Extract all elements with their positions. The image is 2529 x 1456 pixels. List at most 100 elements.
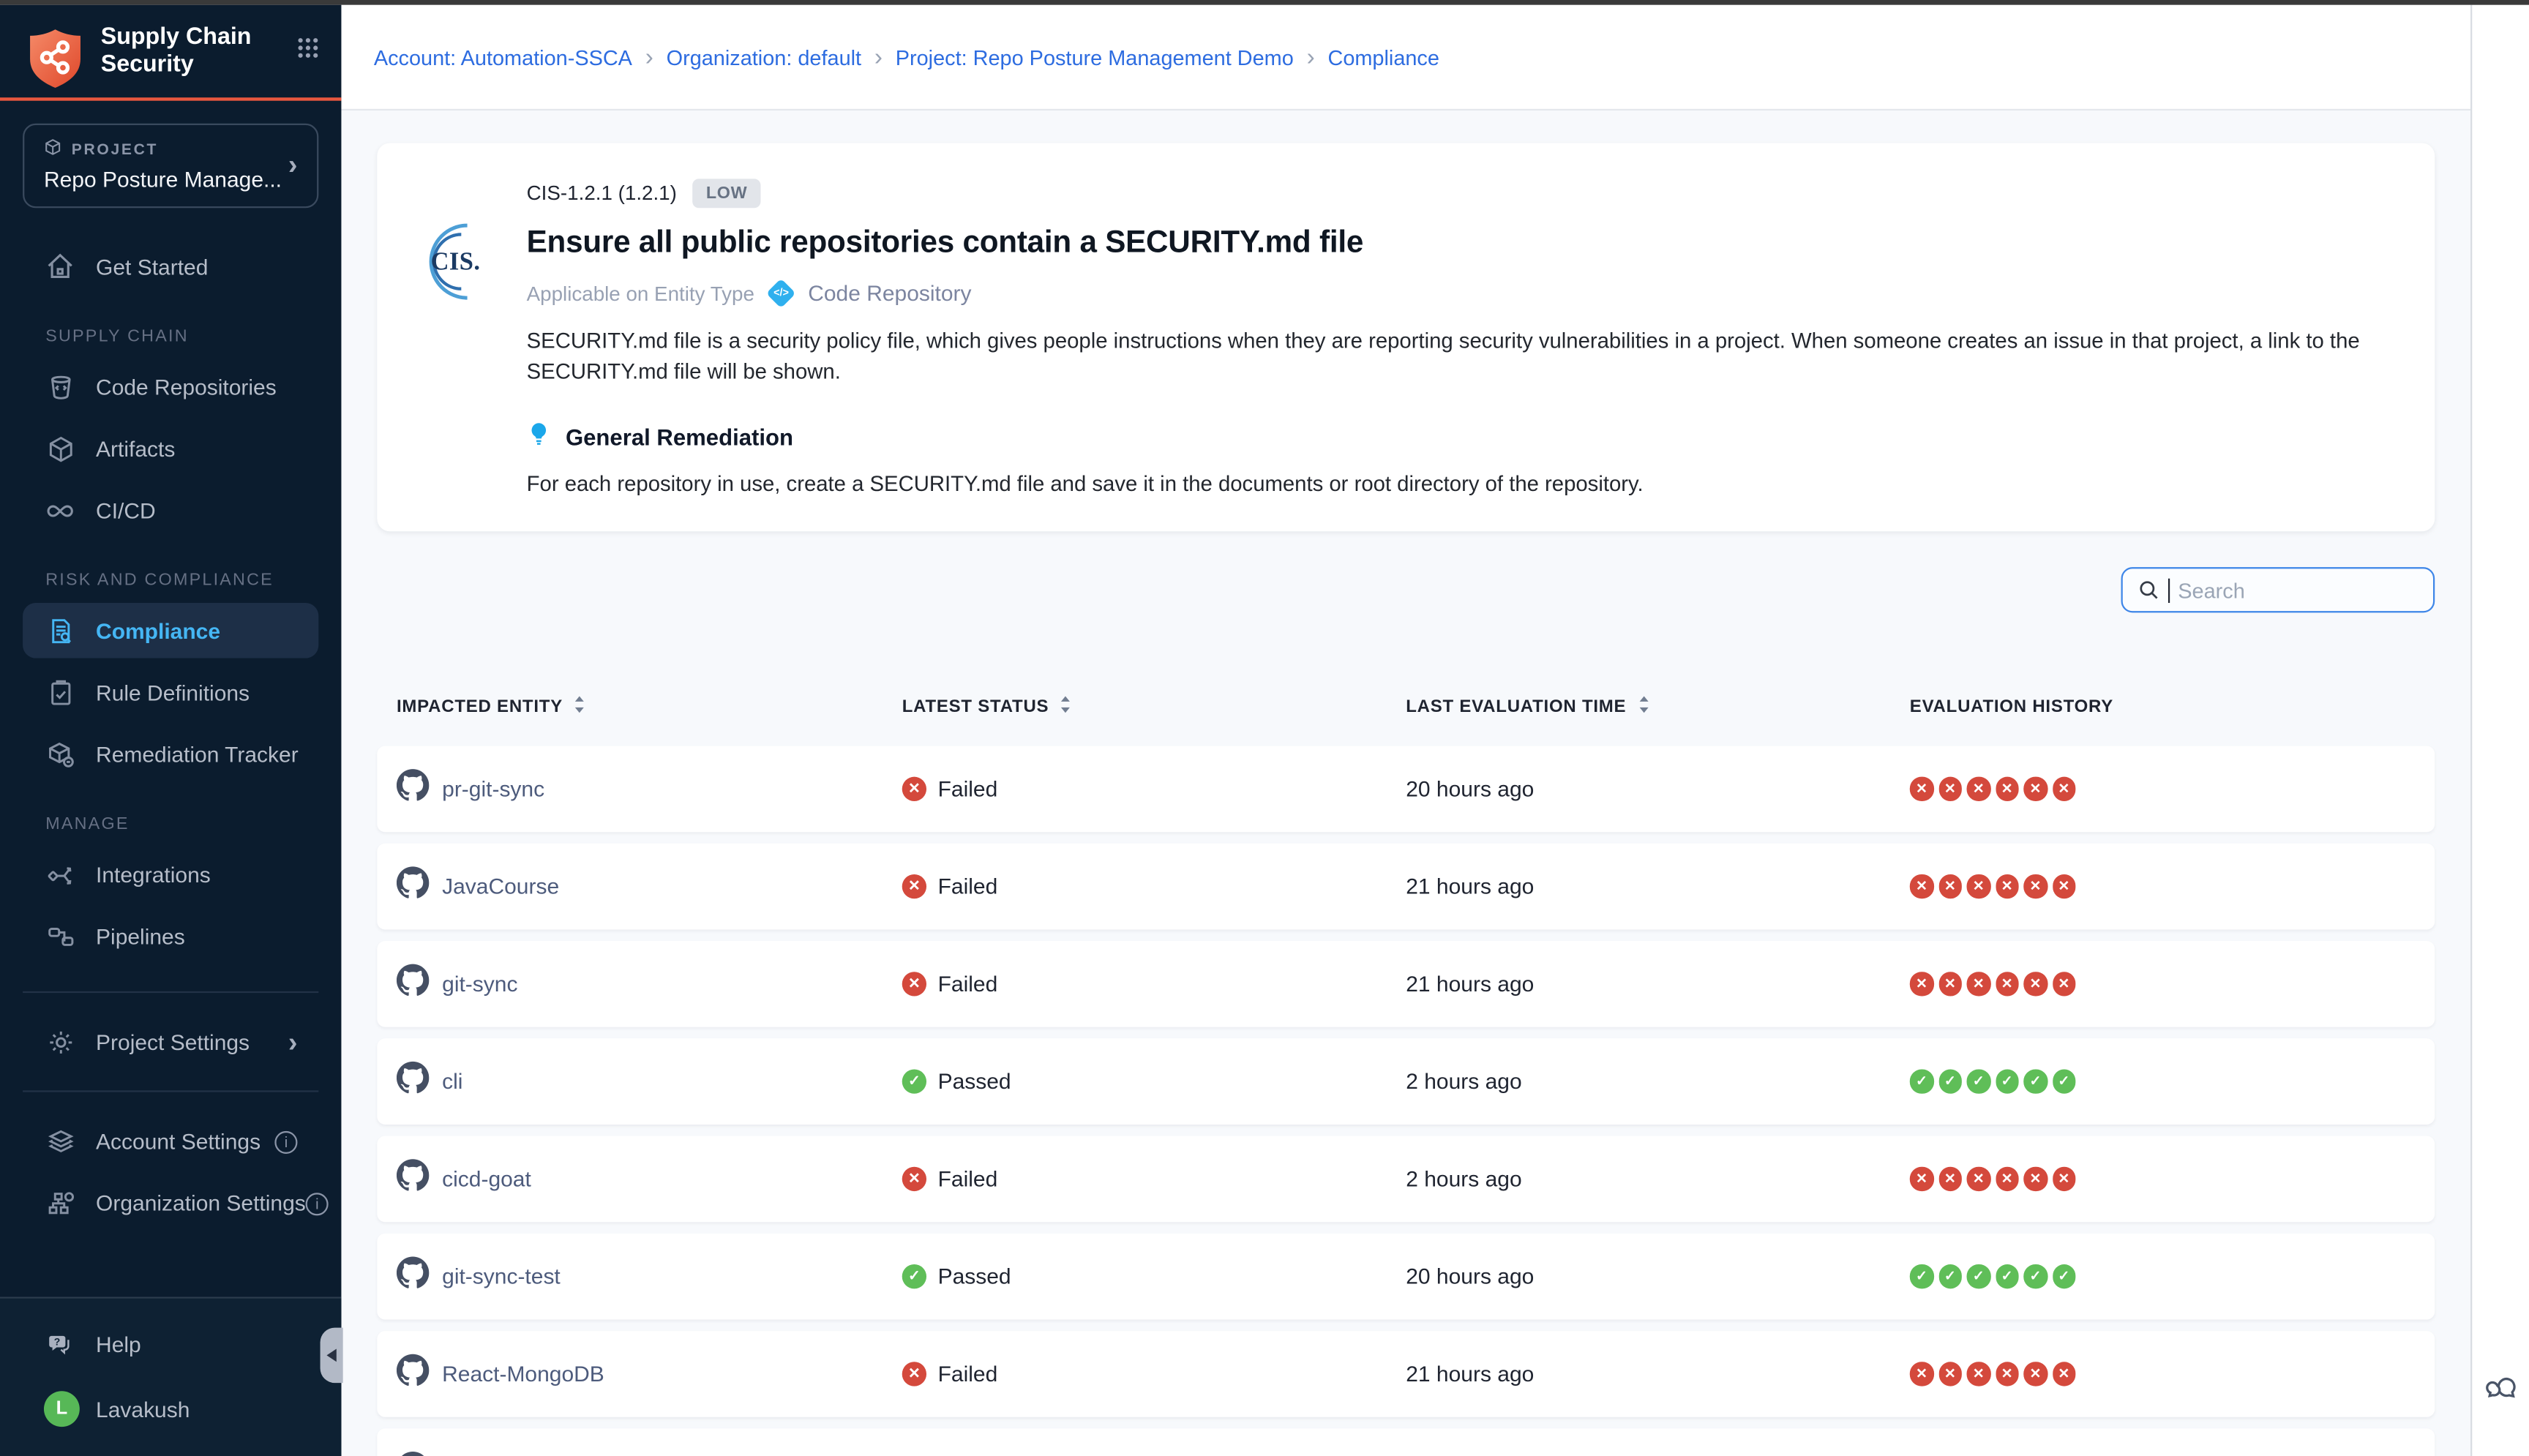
passed-check-icon: ✓ xyxy=(2023,1265,2047,1288)
search-icon xyxy=(2138,579,2160,601)
passed-check-icon: ✓ xyxy=(1910,1070,1933,1093)
github-icon xyxy=(397,1256,429,1297)
failed-x-icon: ✕ xyxy=(2052,777,2075,800)
sidebar-item-get-started[interactable]: Get Started xyxy=(23,239,318,295)
sidebar-item-compliance[interactable]: Compliance xyxy=(23,603,318,658)
chevron-right-icon: › xyxy=(632,45,667,69)
sidebar-item-artifacts[interactable]: Artifacts xyxy=(23,421,318,476)
org-chart-icon xyxy=(44,1187,76,1218)
table-row: git-sync✕Failed21 hours ago✕✕✕✕✕✕ xyxy=(377,941,2435,1027)
failed-x-icon: ✕ xyxy=(902,777,926,801)
breadcrumb-link[interactable]: Compliance xyxy=(1327,45,1439,69)
layers-icon xyxy=(44,1125,76,1156)
entity-name-link[interactable]: cli xyxy=(442,1069,462,1093)
failed-x-icon: ✕ xyxy=(2052,1167,2075,1190)
sidebar-item-remediation-tracker[interactable]: Remediation Tracker xyxy=(23,727,318,782)
sidebar-item-account-settings[interactable]: Account Settingsi xyxy=(23,1113,318,1168)
sidebar-item-label: Organization Settings xyxy=(96,1190,306,1215)
evaluation-time: 2 hours ago xyxy=(1406,1167,1910,1191)
sidebar-item-rule-definitions[interactable]: Rule Definitions xyxy=(23,664,318,720)
sidebar-item-label: CI/CD xyxy=(96,498,156,522)
status-label: Passed xyxy=(938,1069,1011,1093)
sort-icon[interactable] xyxy=(1636,694,1651,720)
app-switcher-grid-icon[interactable] xyxy=(297,37,318,67)
status-label: Failed xyxy=(938,1362,998,1386)
failed-x-icon: ✕ xyxy=(1967,1362,1990,1386)
entity-name-link[interactable]: JavaCourse xyxy=(442,874,559,898)
app-window: Supply Chain Security PROJECT xyxy=(0,0,2529,1456)
applicable-label: Applicable on Entity Type xyxy=(527,282,754,304)
breadcrumb-link[interactable]: Account: Automation-SSCA xyxy=(374,45,632,69)
sidebar-item-code-repositories[interactable]: Code Repositories xyxy=(23,359,318,415)
sort-icon[interactable] xyxy=(572,694,587,720)
sidebar-item-label: Remediation Tracker xyxy=(96,742,299,766)
breadcrumb: Account: Automation-SSCA›Organization: d… xyxy=(341,5,2470,110)
github-icon xyxy=(397,769,429,810)
svg-text:?: ? xyxy=(54,1336,61,1348)
github-icon xyxy=(397,866,429,907)
code-repository-entity-icon: </> xyxy=(766,278,796,308)
entity-name-link[interactable]: cicd-goat xyxy=(442,1167,531,1191)
entity-name-link[interactable]: git-sync xyxy=(442,972,517,996)
sidebar-item-integrations[interactable]: Integrations xyxy=(23,847,318,902)
failed-x-icon: ✕ xyxy=(2023,777,2047,800)
breadcrumb-link[interactable]: Project: Repo Posture Management Demo xyxy=(896,45,1294,69)
info-icon[interactable]: i xyxy=(274,1126,297,1155)
help-button[interactable]: ? Help xyxy=(23,1316,318,1372)
remediation-tracker-icon xyxy=(44,738,76,769)
entity-name-link[interactable]: React-MongoDB xyxy=(442,1362,604,1386)
search-input[interactable] xyxy=(2178,578,2419,602)
table-row: ✓Passed✓✓✓✓✓✓ xyxy=(377,1428,2435,1456)
evaluation-time: 21 hours ago xyxy=(1406,874,1910,898)
failed-x-icon: ✕ xyxy=(902,874,926,898)
evaluation-history: ✕✕✕✕✕✕ xyxy=(1910,972,2435,996)
sidebar-nav: Get StartedSUPPLY CHAINCode Repositories… xyxy=(0,239,341,970)
passed-check-icon: ✓ xyxy=(1938,1070,1962,1093)
sidebar-item-label: Rule Definitions xyxy=(96,680,250,705)
chevron-right-icon: › xyxy=(861,45,896,69)
project-switcher[interactable]: PROJECT Repo Posture Manage... › xyxy=(23,124,318,208)
github-icon xyxy=(397,1061,429,1102)
failed-x-icon: ✕ xyxy=(2052,972,2075,996)
rule-card: CIS. CIS-1.2.1 (1.2.1) LOW Ensure all pu… xyxy=(377,143,2435,531)
sidebar-item-ci-cd[interactable]: CI/CD xyxy=(23,483,318,539)
evaluation-history: ✕✕✕✕✕✕ xyxy=(1910,777,2435,800)
breadcrumb-link[interactable]: Organization: default xyxy=(667,45,861,69)
info-icon[interactable]: i xyxy=(306,1188,329,1217)
lightbulb-icon xyxy=(527,421,551,451)
failed-x-icon: ✕ xyxy=(1938,1362,1962,1386)
column-header-evaluation-history[interactable]: EVALUATION HISTORY xyxy=(1910,697,2435,717)
table-row: git-sync-test✓Passed20 hours ago✓✓✓✓✓✓ xyxy=(377,1234,2435,1320)
user-menu[interactable]: L Lavakush xyxy=(23,1381,318,1437)
sidebar-item-label: Get Started xyxy=(96,255,208,279)
sidebar-item-label: Pipelines xyxy=(96,924,185,948)
status-cell: ✕Failed xyxy=(902,1167,1406,1191)
status-cell: ✕Failed xyxy=(902,972,1406,996)
failed-x-icon: ✕ xyxy=(1910,1362,1933,1386)
sidebar-item-pipelines[interactable]: Pipelines xyxy=(23,909,318,964)
text-caret xyxy=(2168,578,2170,602)
severity-badge: LOW xyxy=(693,179,760,208)
remediation-title: General Remediation xyxy=(566,424,793,450)
app-logo-shield-icon xyxy=(26,26,85,100)
sidebar-collapse-handle[interactable] xyxy=(321,1328,343,1384)
sidebar-item-organization-settings[interactable]: Organization Settingsi xyxy=(23,1175,318,1231)
status-label: Failed xyxy=(938,972,998,996)
column-header-last-evaluation-time[interactable]: LAST EVALUATION TIME xyxy=(1406,694,1910,720)
passed-check-icon: ✓ xyxy=(1938,1265,1962,1288)
chat-support-icon[interactable] xyxy=(2484,1370,2519,1414)
sidebar-item-label: Integrations xyxy=(96,862,211,886)
chevron-right-icon: › xyxy=(288,1028,298,1056)
column-header-impacted-entity[interactable]: IMPACTED ENTITY xyxy=(397,694,902,720)
entity-name-link[interactable]: pr-git-sync xyxy=(442,777,544,801)
evaluation-history: ✕✕✕✕✕✕ xyxy=(1910,1362,2435,1386)
cis-logo: CIS. xyxy=(414,218,498,306)
failed-x-icon: ✕ xyxy=(1995,875,2018,898)
entity-name-link[interactable]: git-sync-test xyxy=(442,1264,561,1288)
sidebar-item-project-settings[interactable]: Project Settings› xyxy=(23,1014,318,1070)
search-box[interactable] xyxy=(2121,567,2435,612)
column-header-latest-status[interactable]: LATEST STATUS xyxy=(902,694,1406,720)
sort-icon[interactable] xyxy=(1059,694,1074,720)
failed-x-icon: ✕ xyxy=(1910,777,1933,800)
failed-x-icon: ✕ xyxy=(1938,1167,1962,1190)
